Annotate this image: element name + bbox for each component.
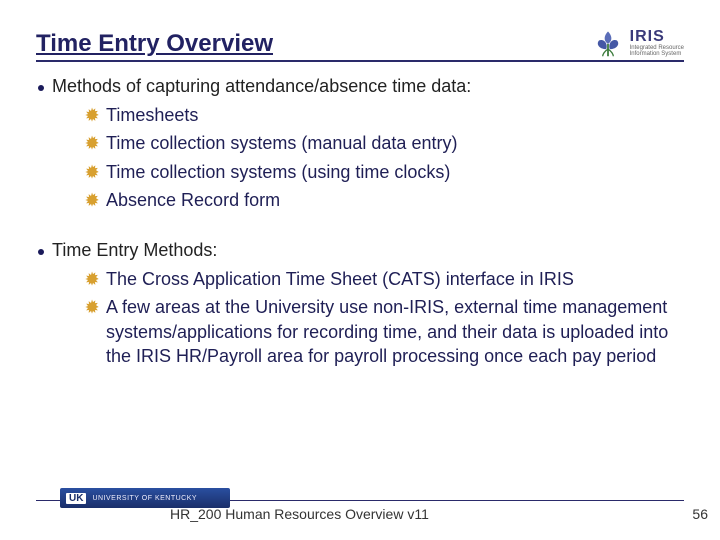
iris-logo: IRIS Integrated Resource Information Sys…: [590, 28, 684, 58]
list-item-text: The Cross Application Time Sheet (CATS) …: [106, 267, 682, 291]
list-item: Timesheets: [82, 103, 682, 127]
slide-footer: UK UNIVERSITY OF KENTUCKY HR_200 Human R…: [0, 500, 720, 526]
footer-text: HR_200 Human Resources Overview v11: [170, 506, 429, 522]
sun-icon: [82, 162, 102, 182]
slide-title: Time Entry Overview: [36, 30, 273, 58]
list-item: A few areas at the University use non-IR…: [82, 295, 682, 368]
sun-icon: [82, 297, 102, 317]
slide-content: Methods of capturing attendance/absence …: [36, 76, 684, 368]
list-item-text: Time collection systems (manual data ent…: [106, 131, 682, 155]
sun-icon: [82, 133, 102, 153]
sun-icon: [82, 190, 102, 210]
slide: Time Entry Overview IRIS Integrated Reso…: [0, 0, 720, 540]
slide-header: Time Entry Overview IRIS Integrated Reso…: [36, 28, 684, 62]
list-item: The Cross Application Time Sheet (CATS) …: [82, 267, 682, 291]
section-1: Methods of capturing attendance/absence …: [38, 76, 682, 212]
list-item-text: Time collection systems (using time cloc…: [106, 160, 682, 184]
list-item-text: A few areas at the University use non-IR…: [106, 295, 682, 368]
bullet-dot-icon: [38, 249, 44, 255]
list-item: Time collection systems (using time cloc…: [82, 160, 682, 184]
list-item-text: Absence Record form: [106, 188, 682, 212]
iris-logo-name: IRIS: [630, 29, 684, 45]
iris-flower-icon: [590, 28, 626, 58]
section-2: Time Entry Methods: The Cross Applicatio…: [38, 240, 682, 368]
section-lead: Methods of capturing attendance/absence …: [38, 76, 682, 97]
section-items: The Cross Application Time Sheet (CATS) …: [38, 267, 682, 368]
page-number: 56: [692, 506, 708, 522]
uk-badge-text: UNIVERSITY OF KENTUCKY: [92, 495, 197, 502]
sun-icon: [82, 105, 102, 125]
list-item: Absence Record form: [82, 188, 682, 212]
list-item: Time collection systems (manual data ent…: [82, 131, 682, 155]
section-lead-text: Methods of capturing attendance/absence …: [52, 76, 471, 97]
uk-badge-logo: UK: [66, 493, 86, 504]
iris-logo-text: IRIS Integrated Resource Information Sys…: [630, 29, 684, 57]
list-item-text: Timesheets: [106, 103, 682, 127]
sun-icon: [82, 269, 102, 289]
bullet-dot-icon: [38, 85, 44, 91]
uk-badge: UK UNIVERSITY OF KENTUCKY: [60, 488, 230, 508]
section-lead-text: Time Entry Methods:: [52, 240, 217, 261]
section-lead: Time Entry Methods:: [38, 240, 682, 261]
section-items: Timesheets Time collection systems (manu…: [38, 103, 682, 212]
iris-logo-sub2: Information System: [630, 51, 684, 57]
